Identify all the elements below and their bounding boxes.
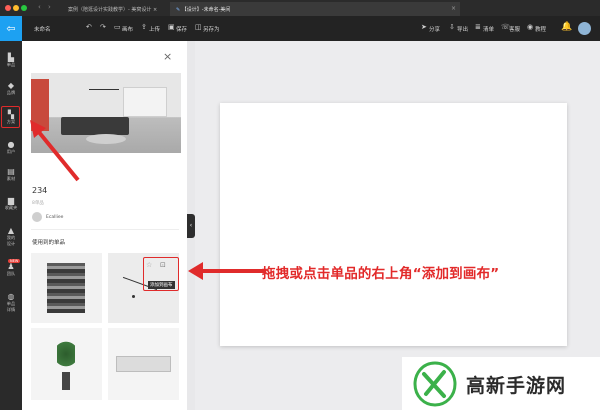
watermark-text: 高新手游网 <box>466 375 567 397</box>
annotation-arrows <box>30 120 266 280</box>
arrow-head-add-button <box>188 262 203 280</box>
watermark-logo-icon <box>413 361 457 407</box>
arrow-to-plans <box>36 129 80 182</box>
instruction-annotation: 拖拽或点击单品的右上角“添加到画布” <box>262 266 500 282</box>
